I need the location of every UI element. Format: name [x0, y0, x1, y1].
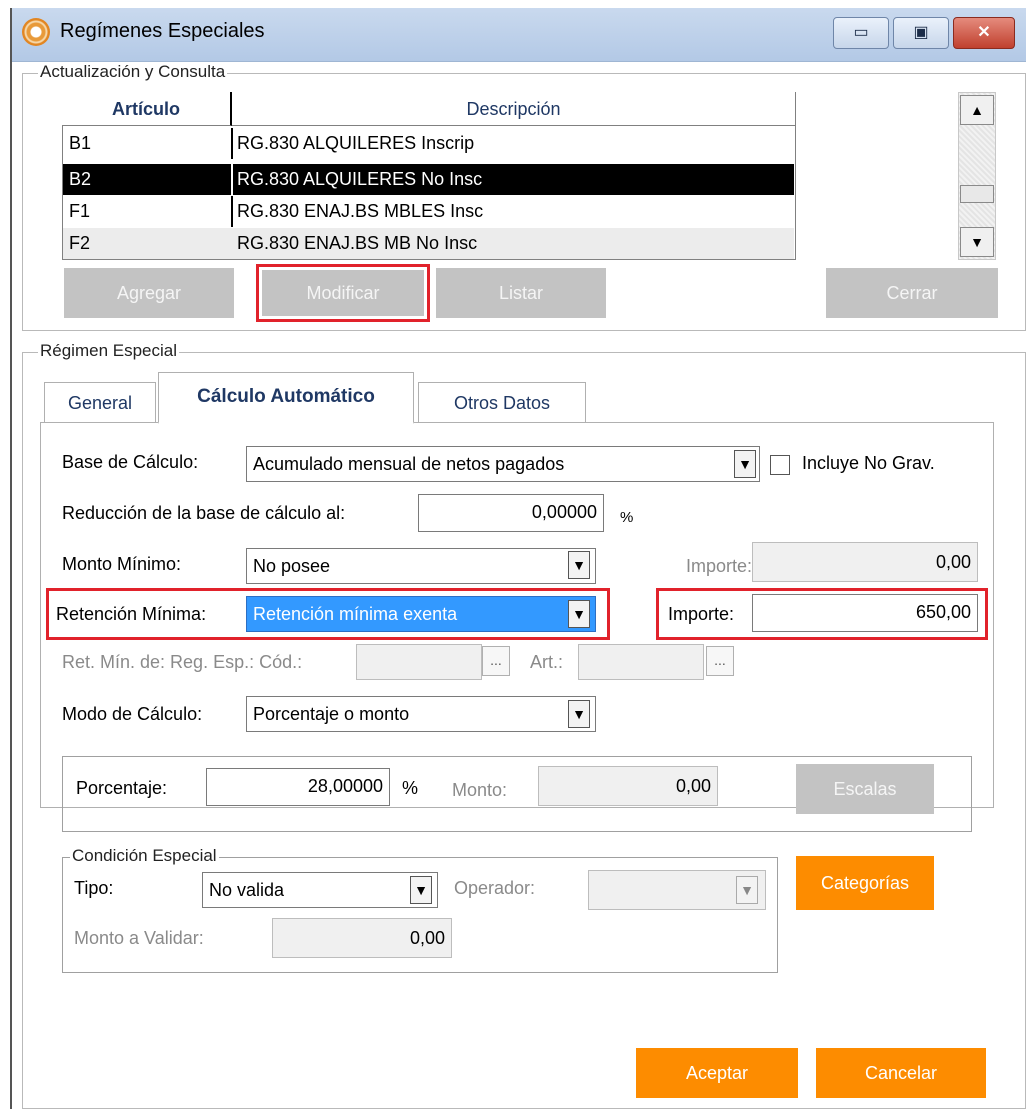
cancelar-button[interactable]: Cancelar — [816, 1048, 986, 1098]
cerrar-button[interactable]: Cerrar — [826, 268, 998, 318]
importe-minimo-label: Importe: — [686, 556, 753, 576]
close-button[interactable]: ✕ — [953, 17, 1015, 49]
art-label: Art.: — [530, 652, 564, 672]
condicion-especial-legend: Condición Especial — [70, 846, 219, 866]
tab-calculo-automatico[interactable]: Cálculo Automático — [158, 372, 414, 424]
modo-calculo-select[interactable]: Porcentaje o monto — [246, 696, 596, 732]
tipo-select[interactable]: No valida — [202, 872, 438, 908]
ret-min-reg-esp-label: Ret. Mín. de: Reg. Esp.: Cód.: — [62, 652, 303, 672]
porcentaje-label: Porcentaje: — [76, 778, 168, 798]
base-calculo-label: Base de Cálculo: — [62, 452, 199, 472]
scroll-down-arrow-icon[interactable]: ▼ — [960, 227, 994, 257]
maximize-icon: ▣ — [913, 24, 929, 41]
reg-esp-codigo-input[interactable] — [356, 644, 482, 680]
monto-validar-input[interactable]: 0,00 — [272, 918, 452, 958]
importe-minimo-input[interactable]: 0,00 — [752, 542, 978, 582]
monto-validar-label: Monto a Validar: — [74, 928, 204, 948]
retencion-minima-select[interactable]: Retención mínima exenta — [246, 596, 596, 632]
close-icon: ✕ — [977, 24, 991, 41]
minimize-button[interactable]: ▭ — [833, 17, 889, 49]
operador-label: Operador: — [454, 878, 536, 898]
cell-descripcion: RG.830 ALQUILERES Inscrip — [237, 133, 475, 153]
window-title: Regímenes Especiales — [60, 20, 265, 42]
modo-calculo-label: Modo de Cálculo: — [62, 704, 203, 724]
column-header-descripcion[interactable]: Descripción — [232, 92, 795, 126]
cell-articulo: B1 — [69, 133, 92, 153]
reduccion-input[interactable]: 0,00000 — [418, 494, 604, 532]
table-row[interactable]: B1 RG.830 ALQUILERES Inscrip — [63, 128, 794, 159]
importe-retencion-label: Importe: — [668, 604, 735, 624]
column-header-articulo[interactable]: Artículo — [62, 92, 232, 126]
chevron-down-icon[interactable]: ▼ — [736, 876, 758, 904]
reduccion-label: Reducción de la base de cálculo al: — [62, 503, 346, 523]
retencion-minima-label: Retención Mínima: — [56, 604, 207, 624]
scroll-thumb[interactable] — [960, 185, 994, 203]
monto-minimo-select[interactable]: No posee — [246, 548, 596, 584]
listar-button[interactable]: Listar — [436, 268, 606, 318]
porcentaje-input[interactable]: 28,00000 — [206, 768, 390, 806]
chevron-down-icon[interactable]: ▼ — [568, 700, 590, 728]
importe-retencion-input[interactable]: 650,00 — [752, 594, 978, 632]
cell-descripcion: RG.830 ENAJ.BS MBLES Insc — [237, 201, 484, 221]
categorias-button[interactable]: Categorías — [796, 856, 934, 910]
porcentaje-percent: % — [402, 778, 419, 798]
art-input[interactable] — [578, 644, 704, 680]
column-separator — [231, 228, 233, 259]
tab-otros-datos[interactable]: Otros Datos — [418, 382, 586, 422]
table-row[interactable]: F2 RG.830 ENAJ.BS MB No Insc — [63, 228, 794, 259]
tipo-label: Tipo: — [74, 878, 114, 898]
cell-descripcion: RG.830 ENAJ.BS MB No Insc — [237, 233, 478, 253]
table-row[interactable]: F1 RG.830 ENAJ.BS MBLES Insc — [63, 196, 794, 227]
app-logo-icon — [22, 18, 50, 46]
chevron-down-icon[interactable]: ▼ — [568, 600, 590, 628]
chevron-down-icon[interactable]: ▼ — [568, 551, 590, 579]
agregar-button[interactable]: Agregar — [64, 268, 234, 318]
incluye-no-grav-label: Incluye No Grav. — [802, 453, 935, 473]
monto-minimo-label: Monto Mínimo: — [62, 554, 182, 574]
incluye-no-grav-checkbox[interactable] — [770, 455, 790, 475]
chevron-down-icon[interactable]: ▼ — [410, 876, 432, 904]
column-separator — [231, 128, 233, 159]
cell-articulo: F2 — [69, 233, 91, 253]
reg-esp-lookup-button[interactable]: ... — [482, 646, 510, 676]
escalas-button[interactable]: Escalas — [796, 764, 934, 814]
tab-general[interactable]: General — [44, 382, 156, 422]
aceptar-button[interactable]: Aceptar — [636, 1048, 798, 1098]
base-calculo-select[interactable]: Acumulado mensual de netos pagados — [246, 446, 760, 482]
cell-articulo: F1 — [69, 201, 91, 221]
column-separator — [231, 164, 233, 195]
chevron-down-icon[interactable]: ▼ — [734, 450, 756, 478]
scroll-up-arrow-icon[interactable]: ▲ — [960, 95, 994, 125]
reduccion-percent: % — [620, 509, 634, 526]
maximize-button[interactable]: ▣ — [893, 17, 949, 49]
cell-descripcion: RG.830 ALQUILERES No Insc — [237, 169, 483, 189]
minimize-icon: ▭ — [853, 24, 869, 41]
actualizacion-legend: Actualización y Consulta — [38, 62, 228, 82]
regimen-legend: Régimen Especial — [38, 341, 180, 361]
monto-input[interactable]: 0,00 — [538, 766, 718, 806]
cell-articulo: B2 — [69, 169, 92, 189]
monto-label: Monto: — [452, 780, 508, 800]
table-row-selected[interactable]: B2 RG.830 ALQUILERES No Insc — [63, 164, 794, 195]
column-separator — [231, 196, 233, 227]
modificar-button[interactable]: Modificar — [262, 270, 424, 316]
art-lookup-button[interactable]: ... — [706, 646, 734, 676]
